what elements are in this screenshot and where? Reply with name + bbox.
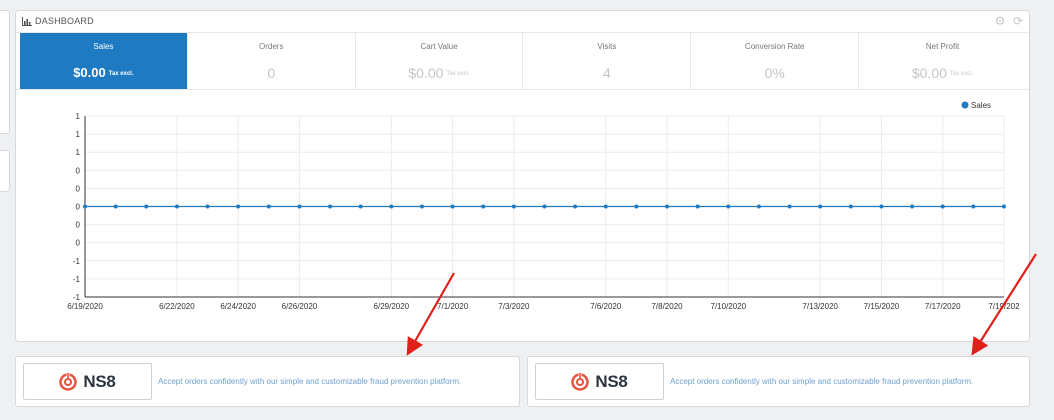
data-point [236,204,241,209]
x-tick-label: 6/29/2020 [374,302,410,311]
legend-label: Sales [971,101,991,110]
y-tick-label: 0 [76,221,81,230]
ns8-shield-icon [59,372,78,391]
ns8-shield-icon [571,372,590,391]
data-point [83,204,87,209]
data-point [450,204,455,209]
data-point [603,204,608,209]
data-point [971,204,976,209]
x-tick-label: 7/8/2020 [651,302,683,311]
ns8-logo-text: NS8 [595,371,628,391]
data-point [358,204,363,209]
data-point [511,204,516,209]
promo-link[interactable]: Accept orders confidently with our simpl… [670,377,973,386]
y-tick-label: -1 [73,293,81,302]
y-tick-label: 0 [76,239,81,248]
data-point [297,204,302,209]
ns8-logo-text: NS8 [83,371,116,391]
x-tick-label: 6/22/2020 [159,302,195,311]
x-tick-label: 7/10/2020 [711,302,747,311]
y-tick-label: 0 [76,203,81,212]
y-tick-label: 1 [76,112,81,121]
sales-chart: 11100000-1-1-16/19/2020 6/22/2020 6/24/202… [67,101,1020,311]
data-point [481,204,486,209]
y-tick-label: 1 [76,148,81,157]
x-tick-label: 7/19/202 [988,302,1020,311]
data-point [818,204,823,209]
data-point [573,204,578,209]
x-tick-label: 7/13/2020 [802,302,838,311]
data-point [174,204,179,209]
data-point [328,204,333,209]
x-tick-label: 7/17/2020 [925,302,961,311]
data-point [634,204,639,209]
y-tick-label: 1 [76,130,81,139]
data-point [205,204,210,209]
data-point [910,204,915,209]
data-point [879,204,884,209]
ns8-logo-button[interactable]: NS8 [23,363,152,400]
data-point [1002,204,1006,209]
promo-banner-1: NS8 Accept orders confidently with our s… [15,356,520,407]
ns8-logo-button[interactable]: NS8 [535,363,664,400]
data-point [787,204,792,209]
y-tick-label: 0 [76,166,81,175]
data-point [144,204,149,209]
x-tick-label: 7/6/2020 [590,302,622,311]
x-tick-label: 7/15/2020 [864,302,900,311]
sidebar-panel-edge-lower [0,150,10,192]
x-tick-label: 6/19/2020 [67,302,103,311]
promo-link[interactable]: Accept orders confidently with our simpl… [158,377,461,386]
y-tick-label: 0 [76,184,81,193]
data-point [695,204,700,209]
data-point [266,204,271,209]
x-tick-label: 6/24/2020 [220,302,256,311]
data-point [848,204,853,209]
data-point [389,204,394,209]
data-point [113,204,118,209]
x-tick-label: 7/3/2020 [498,302,530,311]
data-point [940,204,945,209]
promo-banner-2: NS8 Accept orders confidently with our s… [527,356,1030,407]
data-point [726,204,731,209]
y-tick-label: -1 [73,257,81,266]
data-point [419,204,424,209]
y-tick-label: -1 [73,275,81,284]
x-tick-label: 7/1/2020 [437,302,469,311]
legend-marker [961,101,969,109]
data-point [542,204,547,209]
sidebar-panel-edge [0,10,10,134]
dashboard-panel: DASHBOARD ⚙ ⟳ Sales $0.00 Tax excl. Order… [15,10,1030,342]
data-point [756,204,761,209]
data-point [665,204,670,209]
x-tick-label: 6/26/2020 [282,302,318,311]
